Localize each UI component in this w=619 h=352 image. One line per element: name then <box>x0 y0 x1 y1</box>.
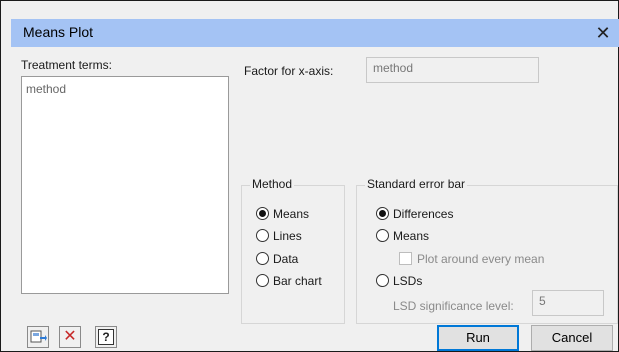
window-title: Means Plot <box>23 24 94 40</box>
radio-selected-dot <box>259 210 266 217</box>
treatment-terms-label: Treatment terms: <box>21 58 112 72</box>
save-defaults-glyph <box>30 330 47 343</box>
list-item[interactable]: method <box>26 82 66 96</box>
method-lines-label[interactable]: Lines <box>273 229 302 243</box>
method-group: Method Means Lines Data Bar chart <box>241 177 345 324</box>
se-lsds-radio[interactable] <box>376 274 389 287</box>
cancel-button[interactable]: Cancel <box>531 325 613 351</box>
se-lsds-label[interactable]: LSDs <box>393 274 422 288</box>
help-glyph: ? <box>98 329 114 345</box>
radio-selected-dot <box>379 210 386 217</box>
factor-x-axis-label: Factor for x-axis: <box>244 64 334 78</box>
means-plot-dialog: Means Plot ✕ Treatment terms: method Fac… <box>0 0 619 352</box>
lsd-significance-field[interactable]: 5 <box>532 290 604 316</box>
title-bar: Means Plot ✕ <box>11 19 619 47</box>
se-means-label[interactable]: Means <box>393 229 429 243</box>
clear-glyph: ✕ <box>63 328 77 345</box>
se-differences-radio[interactable] <box>376 207 389 220</box>
se-means-radio[interactable] <box>376 229 389 242</box>
plot-around-every-mean-label: Plot around every mean <box>417 252 545 266</box>
method-means-radio[interactable] <box>256 207 269 220</box>
method-bar-chart-radio[interactable] <box>256 274 269 287</box>
standard-error-bar-title: Standard error bar <box>365 177 468 191</box>
method-data-radio[interactable] <box>256 252 269 265</box>
factor-x-axis-field[interactable]: method <box>366 57 539 83</box>
se-differences-label[interactable]: Differences <box>393 207 453 221</box>
treatment-terms-list[interactable]: method <box>21 76 229 294</box>
save-defaults-icon[interactable] <box>27 326 49 348</box>
plot-around-every-mean-checkbox[interactable] <box>399 252 412 265</box>
method-lines-radio[interactable] <box>256 229 269 242</box>
help-icon[interactable]: ? <box>95 326 117 348</box>
close-icon[interactable]: ✕ <box>592 22 614 44</box>
method-means-label[interactable]: Means <box>273 207 309 221</box>
method-data-label[interactable]: Data <box>273 252 298 266</box>
run-button[interactable]: Run <box>437 325 519 351</box>
method-group-title: Method <box>250 177 295 191</box>
standard-error-bar-group: Standard error bar Differences Means Plo… <box>356 177 618 324</box>
method-bar-chart-label[interactable]: Bar chart <box>273 274 322 288</box>
lsd-significance-label: LSD significance level: <box>393 299 514 313</box>
clear-icon[interactable]: ✕ <box>59 326 81 348</box>
